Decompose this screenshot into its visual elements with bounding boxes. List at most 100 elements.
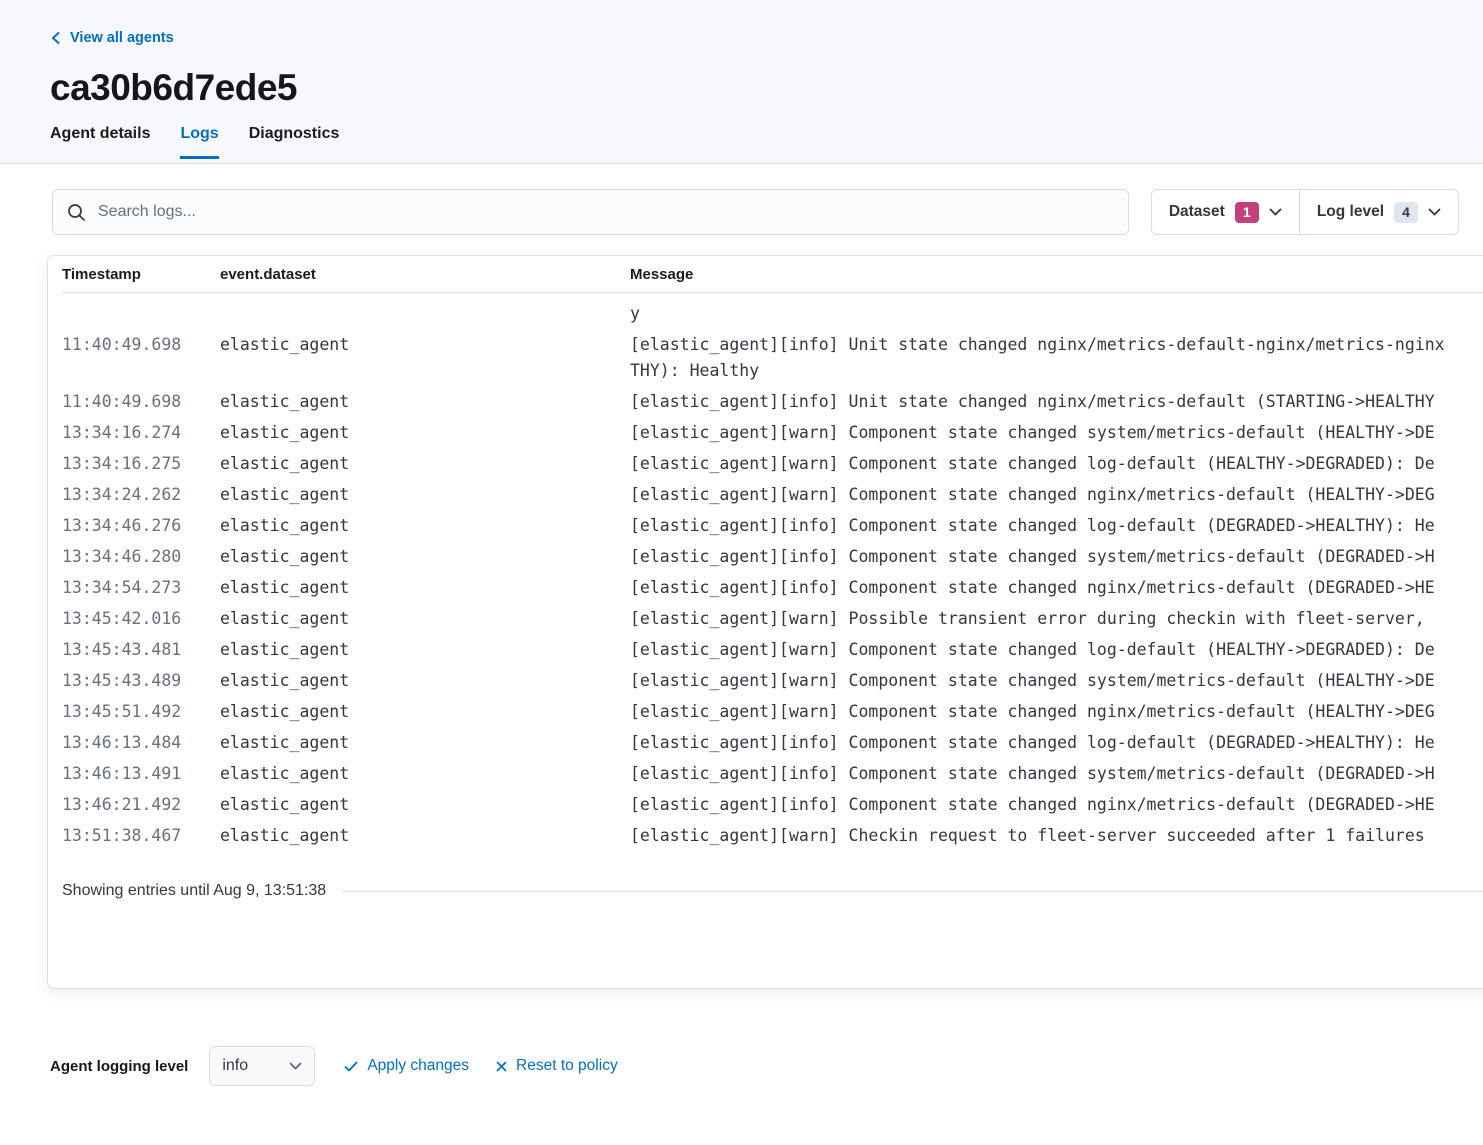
timestamp-cell: 13:45:51.492	[62, 699, 220, 725]
table-row[interactable]: 13:45:43.481elastic_agent[elastic_agent]…	[62, 635, 1483, 666]
filter-label: Dataset	[1169, 203, 1225, 221]
table-row[interactable]: 13:51:38.467elastic_agent[elastic_agent]…	[62, 821, 1483, 852]
back-link-label: View all agents	[70, 30, 174, 46]
message-cell: [elastic_agent][info] Component state ch…	[630, 792, 1483, 818]
filter-group: Dataset 1 Log level4	[1151, 189, 1459, 235]
table-row[interactable]: 11:40:49.698elastic_agent[elastic_agent]…	[62, 387, 1483, 418]
timestamp-cell: 13:34:16.274	[62, 420, 220, 446]
message-cell: [elastic_agent][warn] Component state ch…	[630, 699, 1483, 725]
column-header-event-dataset: event.dataset	[220, 266, 630, 283]
message-line: [elastic_agent][info] Component state ch…	[630, 513, 1483, 539]
table-row[interactable]: 13:45:42.016elastic_agent[elastic_agent]…	[62, 604, 1483, 635]
message-cell: [elastic_agent][info] Component state ch…	[630, 575, 1483, 601]
message-line: [elastic_agent][info] Component state ch…	[630, 575, 1483, 601]
search-input[interactable]	[98, 203, 1114, 221]
table-row[interactable]: 13:46:21.492elastic_agent[elastic_agent]…	[62, 790, 1483, 821]
message-line: [elastic_agent][warn] Component state ch…	[630, 451, 1483, 477]
page-title: ca30b6d7ede5	[50, 67, 1483, 109]
footer-divider	[342, 891, 1483, 892]
filter-label: Log level	[1317, 203, 1384, 221]
table-row[interactable]: y	[62, 299, 1483, 330]
tab-logs[interactable]: Logs	[180, 125, 218, 159]
table-footer: Showing entries until Aug 9, 13:51:38	[62, 882, 1483, 900]
timestamp-cell	[62, 301, 220, 327]
dataset-cell: elastic_agent	[220, 575, 630, 601]
dataset-cell: elastic_agent	[220, 332, 630, 384]
table-row[interactable]: 13:46:13.484elastic_agent[elastic_agent]…	[62, 728, 1483, 759]
page-header: View all agents ca30b6d7ede5 Agent detai…	[0, 0, 1483, 164]
table-header-row: Timestamp event.dataset Message	[62, 256, 1483, 293]
table-row[interactable]: 13:34:16.275elastic_agent[elastic_agent]…	[62, 449, 1483, 480]
dataset-cell: elastic_agent	[220, 730, 630, 756]
table-row[interactable]: 13:45:43.489elastic_agent[elastic_agent]…	[62, 666, 1483, 697]
message-cell: [elastic_agent][warn] Component state ch…	[630, 668, 1483, 694]
message-cell: [elastic_agent][warn] Component state ch…	[630, 420, 1483, 446]
chevron-down-icon	[1269, 208, 1282, 216]
filter-log-level[interactable]: Log level4	[1299, 190, 1458, 234]
dataset-cell: elastic_agent	[220, 668, 630, 694]
message-cell: [elastic_agent][warn] Possible transient…	[630, 606, 1483, 632]
timestamp-cell: 11:40:49.698	[62, 332, 220, 384]
message-cell: [elastic_agent][info] Unit state changed…	[630, 389, 1483, 415]
table-row[interactable]: 13:34:46.276elastic_agent[elastic_agent]…	[62, 511, 1483, 542]
message-cell: y	[630, 301, 1483, 327]
back-link[interactable]: View all agents	[50, 30, 174, 46]
logging-level-select[interactable]: info	[209, 1046, 315, 1086]
log-rows: y11:40:49.698elastic_agent[elastic_agent…	[62, 293, 1483, 852]
message-cell: [elastic_agent][info] Component state ch…	[630, 544, 1483, 570]
column-header-message: Message	[630, 266, 1483, 283]
dataset-cell: elastic_agent	[220, 420, 630, 446]
timestamp-cell: 13:34:46.280	[62, 544, 220, 570]
table-row[interactable]: 13:34:54.273elastic_agent[elastic_agent]…	[62, 573, 1483, 604]
dataset-cell: elastic_agent	[220, 606, 630, 632]
filter-count-badge: 1	[1235, 202, 1259, 223]
filter-dataset[interactable]: Dataset 1	[1152, 190, 1299, 234]
timestamp-cell: 13:46:13.491	[62, 761, 220, 787]
dataset-cell	[220, 301, 630, 327]
chevron-left-icon	[50, 31, 61, 45]
apply-changes-button[interactable]: Apply changes	[344, 1057, 469, 1075]
message-line: [elastic_agent][info] Component state ch…	[630, 730, 1483, 756]
message-line: [elastic_agent][warn] Checkin request to…	[630, 823, 1483, 849]
agent-logging-bar: Agent logging level info Apply changes R…	[50, 1046, 618, 1086]
tab-agent-details[interactable]: Agent details	[50, 125, 150, 159]
reset-to-policy-button[interactable]: Reset to policy	[496, 1057, 618, 1075]
message-cell: [elastic_agent][info] Component state ch…	[630, 513, 1483, 539]
dataset-cell: elastic_agent	[220, 451, 630, 477]
logs-panel: Timestamp event.dataset Message y 11:40:4…	[48, 256, 1483, 988]
timestamp-cell: 13:34:46.276	[62, 513, 220, 539]
message-line: [elastic_agent][info] Unit state changed…	[630, 332, 1483, 358]
message-line: [elastic_agent][info] Component state ch…	[630, 792, 1483, 818]
column-header-timestamp: Timestamp	[62, 266, 220, 283]
message-line: [elastic_agent][warn] Component state ch…	[630, 482, 1483, 508]
search-box[interactable]	[52, 189, 1129, 235]
dataset-cell: elastic_agent	[220, 761, 630, 787]
table-row[interactable]: 13:34:16.274elastic_agent[elastic_agent]…	[62, 418, 1483, 449]
reset-to-policy-label: Reset to policy	[516, 1057, 618, 1075]
message-cell: [elastic_agent][warn] Component state ch…	[630, 451, 1483, 477]
message-line: y	[630, 301, 1483, 327]
tab-bar: Agent details Logs Diagnostics	[50, 125, 1483, 159]
table-row[interactable]: 13:45:51.492elastic_agent[elastic_agent]…	[62, 697, 1483, 728]
timestamp-cell: 13:34:16.275	[62, 451, 220, 477]
dataset-cell: elastic_agent	[220, 544, 630, 570]
logging-level-value: info	[222, 1057, 248, 1075]
dataset-cell: elastic_agent	[220, 792, 630, 818]
message-cell: [elastic_agent][warn] Checkin request to…	[630, 823, 1483, 849]
message-line: [elastic_agent][warn] Component state ch…	[630, 668, 1483, 694]
table-row[interactable]: 13:34:24.262elastic_agent[elastic_agent]…	[62, 480, 1483, 511]
timestamp-cell: 13:34:24.262	[62, 482, 220, 508]
chevron-down-icon	[1428, 208, 1441, 216]
dataset-cell: elastic_agent	[220, 482, 630, 508]
table-row[interactable]: 13:34:46.280elastic_agent[elastic_agent]…	[62, 542, 1483, 573]
message-line: [elastic_agent][warn] Possible transient…	[630, 606, 1483, 632]
message-cell: [elastic_agent][info] Component state ch…	[630, 730, 1483, 756]
tab-diagnostics[interactable]: Diagnostics	[249, 125, 340, 159]
table-row[interactable]: 13:46:13.491elastic_agent[elastic_agent]…	[62, 759, 1483, 790]
dataset-cell: elastic_agent	[220, 637, 630, 663]
message-cell: [elastic_agent][warn] Component state ch…	[630, 637, 1483, 663]
agent-logging-level-label: Agent logging level	[50, 1058, 188, 1075]
timestamp-cell: 13:46:21.492	[62, 792, 220, 818]
dataset-cell: elastic_agent	[220, 389, 630, 415]
table-row[interactable]: 11:40:49.698elastic_agent[elastic_agent]…	[62, 330, 1483, 387]
